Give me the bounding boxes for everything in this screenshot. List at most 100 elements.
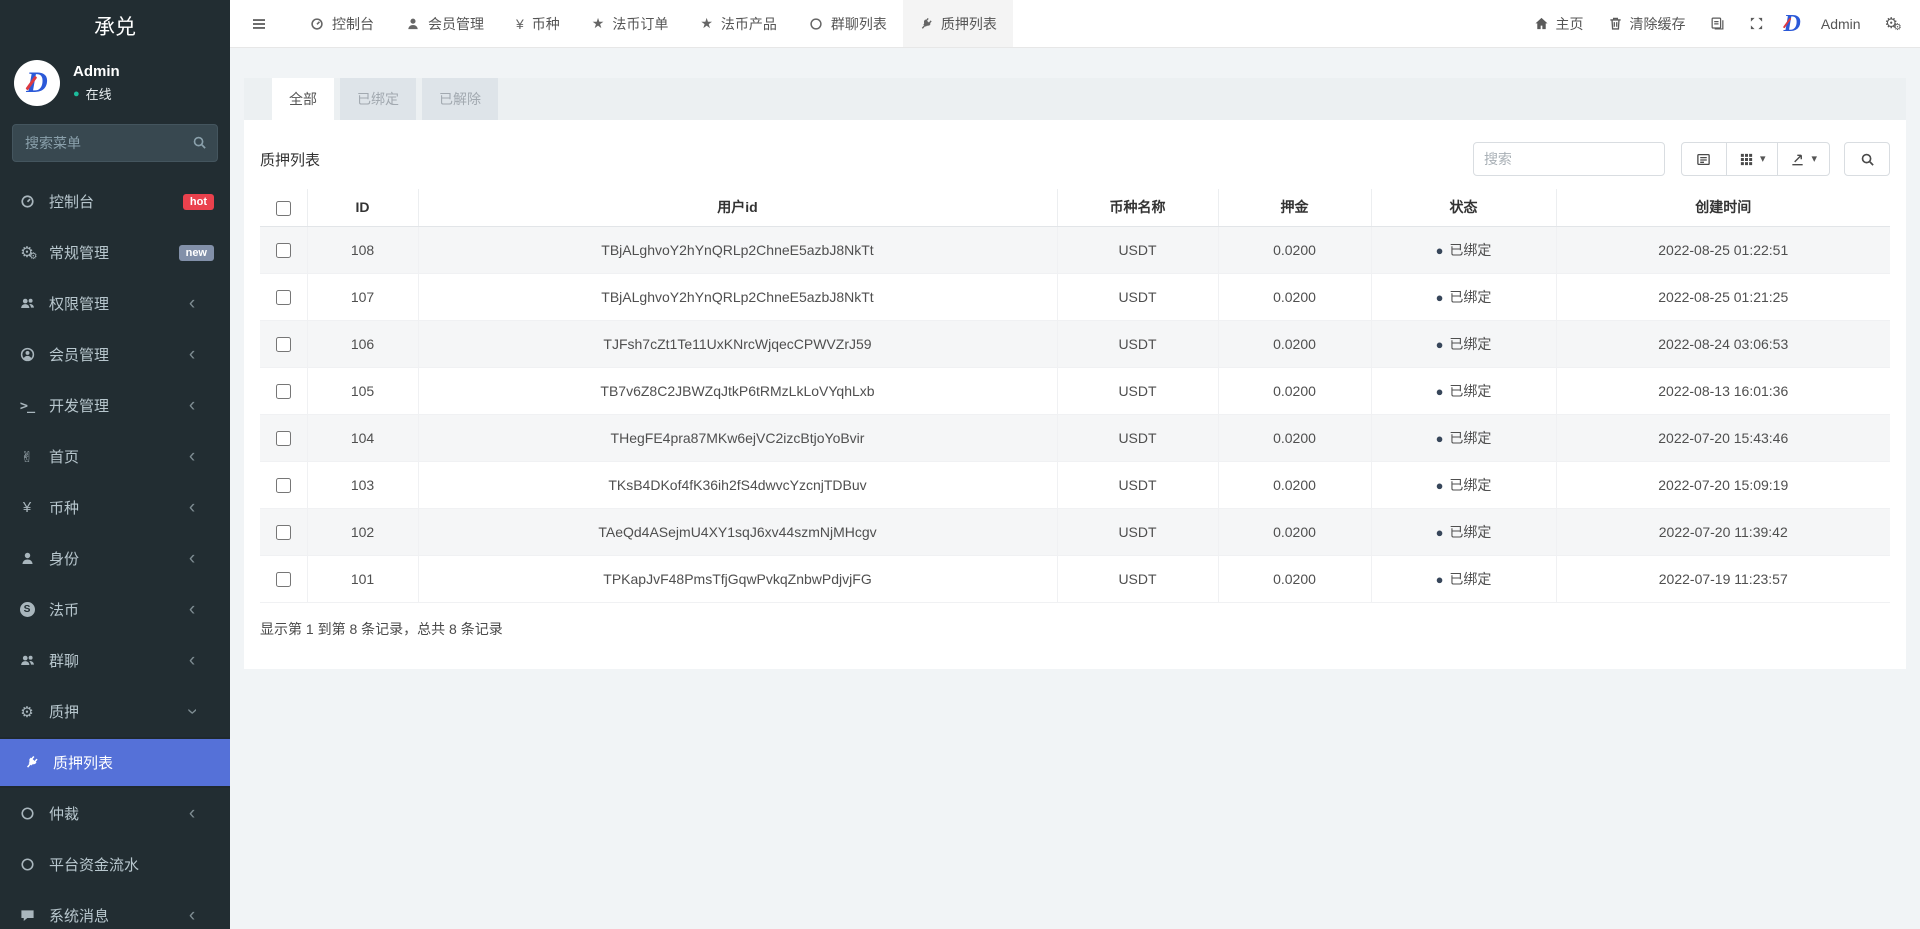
row-checkbox[interactable]: [276, 572, 291, 587]
switch-view-button[interactable]: [1698, 0, 1737, 47]
search-button[interactable]: [1844, 142, 1890, 176]
sidebar-item-pledge[interactable]: ⚙质押‹: [0, 686, 230, 737]
sidebar-item-arbitration[interactable]: 仲裁‹: [0, 788, 230, 839]
column-header: 状态: [1371, 189, 1556, 226]
table-search-input[interactable]: [1473, 142, 1665, 176]
sidebar-item-dashboard[interactable]: 控制台hot: [0, 176, 230, 227]
column-header: 押金: [1218, 189, 1371, 226]
sidebar-item-fiat[interactable]: S法币‹: [0, 584, 230, 635]
sidebar-item-group-chat[interactable]: 群聊‹: [0, 635, 230, 686]
chevron-left-icon: ‹: [181, 498, 203, 517]
sidebar-item-auth-manage[interactable]: 权限管理‹: [0, 278, 230, 329]
user-status: ● 在线: [73, 84, 120, 103]
row-status: ●已绑定: [1371, 273, 1556, 320]
select-all-checkbox[interactable]: [276, 201, 291, 216]
nav-tab-dashboard[interactable]: 控制台: [294, 0, 390, 47]
row-checkbox[interactable]: [276, 243, 291, 258]
star-icon: ★: [700, 15, 713, 32]
nav-tab-label: 控制台: [332, 14, 374, 34]
fullscreen-button[interactable]: [1737, 0, 1776, 47]
row-user-id: TBjALghvoY2hYnQRLp2ChneE5azbJ8NkTt: [418, 226, 1057, 273]
sidebar-item-home[interactable]: ✌首页‹: [0, 431, 230, 482]
dashboard-icon: [310, 17, 324, 31]
navbar-logo: D: [1776, 0, 1809, 47]
circle-o-icon: [16, 857, 38, 872]
chevron-left-icon: ‹: [181, 804, 203, 823]
sidebar-item-member-manage[interactable]: 会员管理‹: [0, 329, 230, 380]
brand-logo-icon: D: [1784, 12, 1801, 36]
row-created-time: 2022-07-20 15:43:46: [1556, 414, 1890, 461]
admin-menu[interactable]: Admin: [1809, 0, 1873, 47]
sidebar-item-system-message[interactable]: 系统消息‹: [0, 890, 230, 929]
row-checkbox[interactable]: [276, 478, 291, 493]
row-user-id: TAeQd4ASejmU4XY1sqJ6xv44szmNjMHcgv: [418, 508, 1057, 555]
row-deposit: 0.0200: [1218, 367, 1371, 414]
caret-down-icon: ▾: [1811, 154, 1817, 165]
status-label: 已绑定: [1449, 383, 1491, 399]
clear-cache-button[interactable]: 清除缓存: [1596, 0, 1698, 47]
chevron-left-icon: ‹: [181, 396, 203, 415]
row-created-time: 2022-08-25 01:21:25: [1556, 273, 1890, 320]
row-checkbox[interactable]: [276, 525, 291, 540]
nav-tab-group-list[interactable]: 群聊列表: [793, 0, 903, 47]
cog-icon: ⚙: [16, 703, 38, 721]
s-circle-icon: S: [16, 602, 38, 617]
row-checkbox[interactable]: [276, 431, 291, 446]
status-label: 已绑定: [1449, 430, 1491, 446]
row-coin-name: USDT: [1057, 461, 1218, 508]
row-deposit: 0.0200: [1218, 320, 1371, 367]
sidebar-item-dev-manage[interactable]: >_开发管理‹: [0, 380, 230, 431]
sidebar-item-identity[interactable]: 身份‹: [0, 533, 230, 584]
list-view-icon: [1696, 152, 1711, 167]
row-status: ●已绑定: [1371, 461, 1556, 508]
row-user-id: TBjALghvoY2hYnQRLp2ChneE5azbJ8NkTt: [418, 273, 1057, 320]
sidebar-item-label: 系统消息: [49, 905, 181, 926]
sidebar-item-pledge-list[interactable]: 质押列表: [0, 739, 230, 786]
column-header: 币种名称: [1057, 189, 1218, 226]
sidebar-item-label: 仲裁: [49, 803, 181, 824]
sidebar-item-label: 币种: [49, 497, 181, 518]
row-coin-name: USDT: [1057, 555, 1218, 602]
user-icon: [16, 551, 38, 566]
chevron-left-icon: ‹: [181, 294, 203, 313]
nav-tab-currency[interactable]: ¥币种: [500, 0, 576, 47]
status-dot-icon: ●: [1436, 290, 1444, 305]
grid-columns-icon: [1739, 152, 1754, 167]
menu-search-input[interactable]: [12, 124, 218, 162]
columns-button[interactable]: ▾: [1726, 142, 1779, 176]
table-row: 103TKsB4DKof4fK36ih2fS4dwvcYzcnjTDBuvUSD…: [260, 461, 1890, 508]
status-dot-icon: ●: [1436, 243, 1444, 258]
nav-tab-fiat-product[interactable]: ★法币产品: [684, 0, 793, 47]
nav-tab-member-manage[interactable]: 会员管理: [390, 0, 500, 47]
toggle-view-button[interactable]: [1681, 142, 1727, 176]
sidebar-item-general-manage[interactable]: ⚙⚙常规管理new: [0, 227, 230, 278]
circle-o-icon: [16, 806, 38, 821]
nav-tab-fiat-order[interactable]: ★法币订单: [576, 0, 685, 47]
filter-tab-unbound[interactable]: 已解除: [422, 78, 498, 120]
table-toolbar: ▾ ▾: [1473, 142, 1890, 176]
row-status: ●已绑定: [1371, 508, 1556, 555]
column-header: 用户id: [418, 189, 1057, 226]
row-deposit: 0.0200: [1218, 414, 1371, 461]
export-button[interactable]: ▾: [1777, 142, 1830, 176]
row-id: 102: [307, 508, 418, 555]
user-panel: D Admin ● 在线: [0, 52, 230, 120]
row-checkbox[interactable]: [276, 337, 291, 352]
sidebar-toggle-button[interactable]: [238, 0, 280, 47]
chevron-left-icon: ‹: [181, 549, 203, 568]
navbar-right: 主页 清除缓存 D Admin ⚙⚙: [1522, 0, 1910, 47]
menu-search: [12, 124, 218, 162]
row-status: ●已绑定: [1371, 226, 1556, 273]
row-checkbox[interactable]: [276, 290, 291, 305]
nav-tab-pledge-list[interactable]: 质押列表: [903, 0, 1013, 47]
plug-icon: [20, 755, 42, 770]
sidebar-item-currency[interactable]: ¥币种‹: [0, 482, 230, 533]
sidebar-item-platform-flow[interactable]: 平台资金流水: [0, 839, 230, 890]
home-link[interactable]: 主页: [1522, 0, 1596, 47]
row-coin-name: USDT: [1057, 273, 1218, 320]
filter-tab-all[interactable]: 全部: [272, 78, 334, 120]
row-coin-name: USDT: [1057, 508, 1218, 555]
filter-tab-bound[interactable]: 已绑定: [340, 78, 416, 120]
row-checkbox[interactable]: [276, 384, 291, 399]
settings-button[interactable]: ⚙⚙: [1873, 0, 1910, 47]
